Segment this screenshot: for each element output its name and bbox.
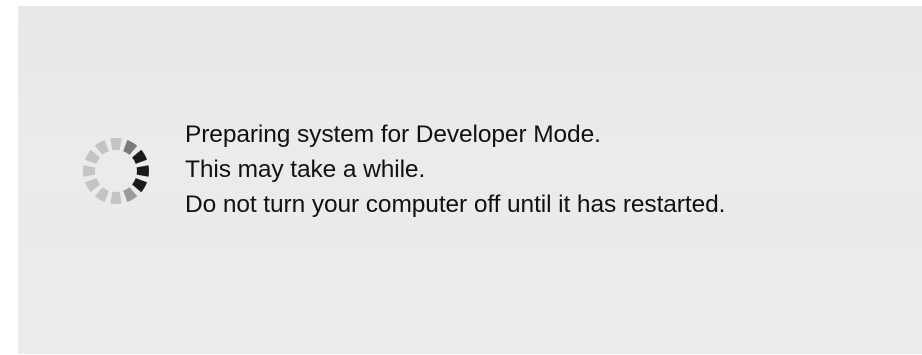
spinner-segment <box>94 187 109 203</box>
spinner-segment <box>132 178 148 193</box>
spinner-segment <box>136 165 149 177</box>
status-line-wait: This may take a while. <box>185 156 426 183</box>
spinner-segment <box>84 178 100 193</box>
spinner-segment <box>84 149 100 164</box>
spinner-segment <box>132 149 148 164</box>
loading-spinner-icon <box>76 131 156 211</box>
status-message: Preparing system for Developer Mode. Thi… <box>185 117 725 222</box>
developer-mode-screen: Preparing system for Developer Mode. Thi… <box>18 6 922 354</box>
spinner-segment <box>94 139 109 155</box>
spinner-segment <box>110 138 122 151</box>
spinner-segment <box>83 165 96 177</box>
status-line-preparing: Preparing system for Developer Mode. <box>185 121 601 148</box>
spinner-segment <box>123 139 138 155</box>
status-line-warning: Do not turn your computer off until it h… <box>185 191 726 218</box>
spinner-segment <box>123 187 138 203</box>
spinner-segment <box>110 191 122 204</box>
